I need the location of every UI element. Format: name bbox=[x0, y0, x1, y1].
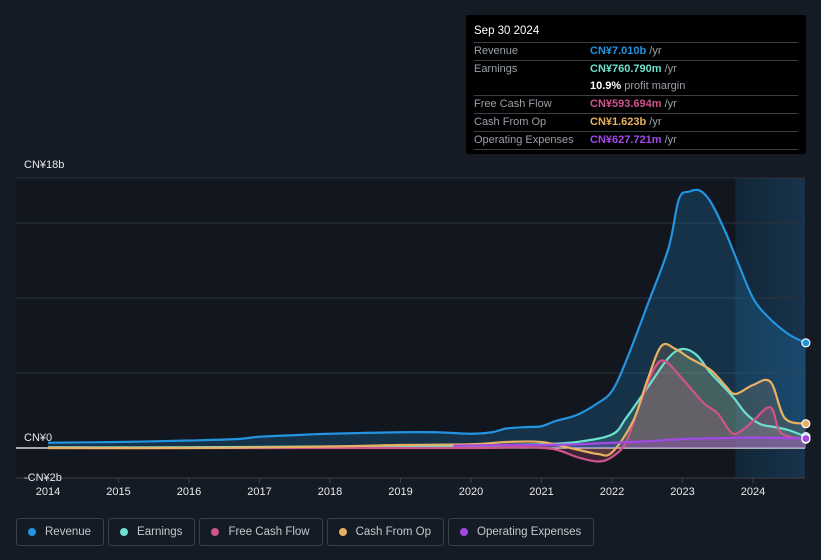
legend-dot-icon bbox=[28, 528, 36, 536]
tooltip-row: Operating Expenses CN¥627.721m/yr bbox=[474, 132, 798, 150]
legend-item-earnings[interactable]: Earnings bbox=[108, 518, 196, 546]
legend-label: Operating Expenses bbox=[477, 526, 582, 538]
legend-label: Earnings bbox=[137, 526, 183, 538]
legend-item-cash-from-op[interactable]: Cash From Op bbox=[326, 518, 445, 546]
tooltip-row: Earnings CN¥760.790m/yr bbox=[474, 61, 798, 78]
legend-dot-icon bbox=[120, 528, 129, 536]
x-tick-label: 2018 bbox=[317, 486, 343, 498]
tooltip-row-value: CN¥593.694m bbox=[590, 98, 662, 110]
x-tick-label: 2023 bbox=[670, 486, 695, 498]
legend-item-free-cash-flow[interactable]: Free Cash Flow bbox=[199, 518, 323, 546]
x-tick-label: 2017 bbox=[247, 486, 272, 498]
tooltip-row-value: CN¥627.721m bbox=[590, 134, 662, 146]
tooltip-row: 10.9% profit margin bbox=[474, 78, 798, 96]
x-tick-label: 2022 bbox=[599, 486, 625, 498]
cash-from-op-end-point[interactable] bbox=[801, 419, 811, 429]
tooltip-row-label: Free Cash Flow bbox=[474, 98, 552, 110]
legend-dot-icon bbox=[211, 528, 220, 536]
tooltip-row-value: CN¥1.623b bbox=[590, 116, 647, 128]
legend-label: Revenue bbox=[45, 526, 92, 538]
legend-label: Free Cash Flow bbox=[228, 526, 310, 538]
tooltip-row-label: Revenue bbox=[474, 45, 519, 57]
operating-expenses-end-point[interactable] bbox=[801, 433, 811, 444]
x-tick-label: 2015 bbox=[106, 486, 131, 498]
tooltip-row: Revenue CN¥7.010b/yr bbox=[474, 43, 798, 61]
tooltip-row-unit: profit margin bbox=[624, 80, 686, 92]
x-tick-label: 2019 bbox=[388, 486, 413, 498]
x-tick-label: 2016 bbox=[176, 486, 202, 498]
legend-item-revenue[interactable]: Revenue bbox=[16, 518, 105, 546]
tooltip-row-unit: /yr bbox=[664, 134, 677, 146]
tooltip-date: Sep 30 2024 bbox=[474, 23, 798, 43]
y-tick-label: CN¥0 bbox=[24, 432, 53, 444]
x-tick-label: 2024 bbox=[740, 486, 766, 498]
tooltip-row-value: 10.9% bbox=[590, 80, 622, 92]
tooltip-row-label: Cash From Op bbox=[474, 116, 547, 128]
tooltip-row-value: CN¥7.010b bbox=[590, 45, 647, 57]
legend-item-operating-expenses[interactable]: Operating Expenses bbox=[448, 518, 595, 546]
legend-dot-icon bbox=[460, 528, 469, 536]
tooltip-row-unit: /yr bbox=[649, 45, 662, 57]
y-tick-label: CN¥18b bbox=[24, 159, 65, 171]
legend: Revenue Earnings Free Cash Flow Cash From O… bbox=[16, 518, 595, 546]
tooltip-row-unit: /yr bbox=[664, 98, 677, 110]
tooltip-row: Cash From Op CN¥1.623b/yr bbox=[474, 114, 798, 132]
tooltip-row-unit: /yr bbox=[664, 63, 677, 75]
y-tick-label: -CN¥2b bbox=[24, 472, 62, 484]
x-tick-label: 2020 bbox=[458, 486, 484, 498]
tooltip-row-unit: /yr bbox=[649, 116, 662, 128]
revenue-end-point[interactable] bbox=[801, 338, 811, 348]
x-tick-label: 2014 bbox=[35, 486, 61, 498]
legend-label: Cash From Op bbox=[355, 526, 432, 538]
tooltip-row: Free Cash Flow CN¥593.694m/yr bbox=[474, 96, 798, 114]
x-tick-label: 2021 bbox=[529, 486, 554, 498]
tooltip-row-label bbox=[474, 78, 590, 95]
tooltip-row-value: CN¥760.790m bbox=[590, 63, 662, 75]
legend-dot-icon bbox=[338, 528, 347, 536]
tooltip-row-label: Earnings bbox=[474, 63, 518, 75]
tooltip-panel: Sep 30 2024 Revenue CN¥7.010b/yr Earnings C… bbox=[466, 15, 806, 154]
tooltip-row-label: Operating Expenses bbox=[474, 134, 574, 146]
